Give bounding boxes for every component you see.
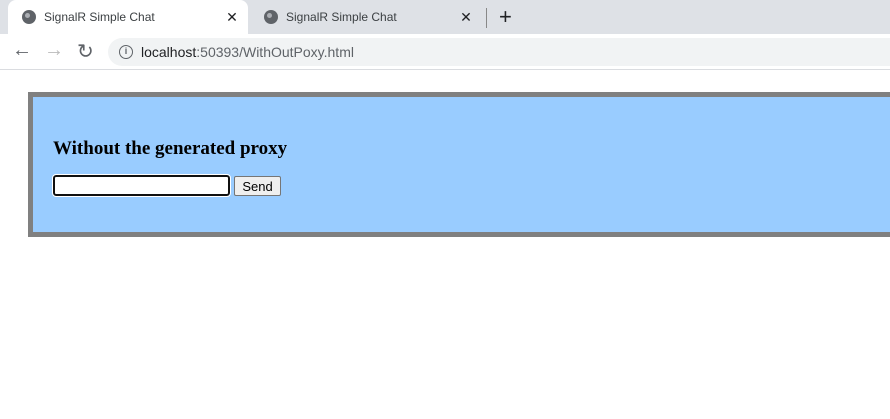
back-icon[interactable]: ←	[12, 39, 32, 62]
close-tab-icon[interactable]: ✕	[222, 9, 242, 26]
forward-icon[interactable]: →	[44, 39, 64, 62]
tab-title: SignalR Simple Chat	[286, 10, 397, 24]
chat-container: Without the generated proxy Send	[28, 92, 890, 237]
page-heading: Without the generated proxy	[53, 138, 288, 159]
tab-strip: SignalR Simple Chat ✕ SignalR Simple Cha…	[0, 0, 890, 34]
address-bar[interactable]: i localhost:50393/WithOutPoxy.html	[108, 38, 890, 66]
url-text: localhost:50393/WithOutPoxy.html	[141, 44, 354, 60]
tab-title: SignalR Simple Chat	[44, 10, 155, 24]
tab-1[interactable]: SignalR Simple Chat ✕	[8, 0, 248, 34]
tab-2[interactable]: SignalR Simple Chat ✕	[250, 0, 482, 34]
browser-toolbar: ← → ↻ i localhost:50393/WithOutPoxy.html	[0, 34, 890, 70]
message-input[interactable]	[52, 174, 231, 197]
info-icon[interactable]: i	[119, 45, 133, 59]
new-tab-icon[interactable]: +	[499, 4, 512, 30]
globe-icon	[22, 10, 36, 24]
close-tab-icon[interactable]: ✕	[456, 9, 476, 26]
url-host: localhost	[141, 44, 197, 60]
reload-icon[interactable]: ↻	[77, 39, 94, 64]
tab-separator	[486, 8, 487, 28]
globe-icon	[264, 10, 278, 24]
send-button[interactable]: Send	[234, 176, 281, 196]
url-path: :50393/WithOutPoxy.html	[196, 44, 354, 60]
